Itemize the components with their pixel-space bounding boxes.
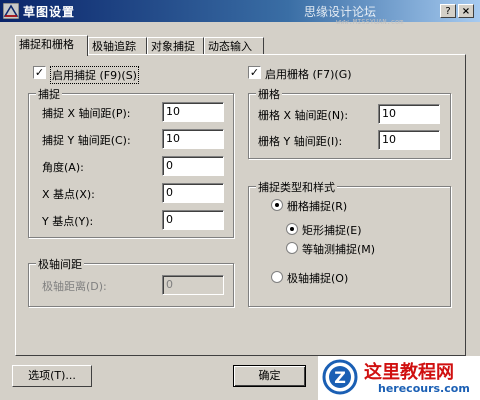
help-button[interactable]: ? [440, 4, 456, 18]
snap-y-label: 捕捉 Y 轴间距(C): [42, 134, 131, 147]
snap-group-title: 捕捉 [36, 86, 62, 102]
angle-input[interactable]: 0 [162, 156, 224, 176]
polar-snap-radio[interactable] [271, 271, 283, 283]
snap-type-title: 捕捉类型和样式 [256, 179, 337, 195]
iso-snap-label[interactable]: 等轴测捕捉(M) [302, 241, 375, 257]
tab-dynamic-input[interactable]: 动态输入 [204, 37, 264, 55]
snap-x-label: 捕捉 X 轴间距(P): [42, 107, 131, 120]
grid-y-label: 栅格 Y 轴间距(I): [258, 135, 343, 148]
title-bar[interactable]: 草图设置 思缘设计论坛 www.MISSYUAN.com ? × [0, 0, 480, 26]
grid-snap-radio[interactable] [271, 199, 283, 211]
x-base-label: X 基点(X): [42, 188, 95, 201]
snap-x-input[interactable]: 10 [162, 102, 224, 122]
rect-snap-radio[interactable] [286, 223, 298, 235]
polar-distance-label: 极轴距离(D): [42, 280, 107, 293]
y-base-input[interactable]: 0 [162, 210, 224, 230]
snap-y-input[interactable]: 10 [162, 129, 224, 149]
svg-text:Z: Z [334, 368, 346, 387]
logo-name: 这里教程网 [364, 362, 454, 383]
polar-group-title: 极轴间距 [36, 256, 84, 272]
y-base-label: Y 基点(Y): [42, 215, 94, 228]
close-button[interactable]: × [458, 4, 474, 18]
tab-object-snap[interactable]: 对象捕捉 [147, 37, 204, 55]
grid-snap-label[interactable]: 栅格捕捉(R) [287, 198, 347, 214]
angle-label: 角度(A): [42, 161, 84, 174]
watermark-url: www.MISSYUAN.com [336, 18, 404, 26]
snap-on-checkbox[interactable]: ✓ [33, 66, 46, 79]
grid-y-input[interactable]: 10 [378, 130, 440, 150]
drafting-settings-dialog: 草图设置 思缘设计论坛 www.MISSYUAN.com ? × 捕捉和栅格 极… [0, 0, 480, 400]
rect-snap-label[interactable]: 矩形捕捉(E) [302, 222, 362, 238]
tab-polar-tracking[interactable]: 极轴追踪 [88, 37, 147, 55]
app-icon [3, 3, 19, 19]
tab-panel: ✓ 启用捕捉 (F9)(S) ✓ 启用栅格 (F7)(G) 捕捉 捕捉 X 轴间… [15, 54, 466, 356]
tab-snap-grid[interactable]: 捕捉和栅格 [15, 35, 88, 56]
grid-on-checkbox[interactable]: ✓ [248, 66, 261, 79]
polar-distance-input: 0 [162, 275, 224, 295]
options-button[interactable]: 选项(T)... [12, 365, 92, 387]
grid-x-label: 栅格 X 轴间距(N): [258, 109, 349, 122]
grid-x-input[interactable]: 10 [378, 104, 440, 124]
ok-button[interactable]: 确定 [233, 365, 306, 387]
grid-group-title: 栅格 [256, 86, 282, 102]
polar-snap-label[interactable]: 极轴捕捉(O) [287, 270, 348, 286]
window-title: 草图设置 [23, 5, 76, 19]
logo-url: herecours.com [378, 382, 470, 395]
logo-z-icon: Z [322, 359, 358, 395]
site-logo: Z 这里教程网 herecours.com [318, 356, 480, 400]
x-base-input[interactable]: 0 [162, 183, 224, 203]
snap-on-label[interactable]: 启用捕捉 (F9)(S) [50, 66, 139, 84]
iso-snap-radio[interactable] [286, 242, 298, 254]
grid-on-label[interactable]: 启用栅格 (F7)(G) [265, 66, 352, 82]
